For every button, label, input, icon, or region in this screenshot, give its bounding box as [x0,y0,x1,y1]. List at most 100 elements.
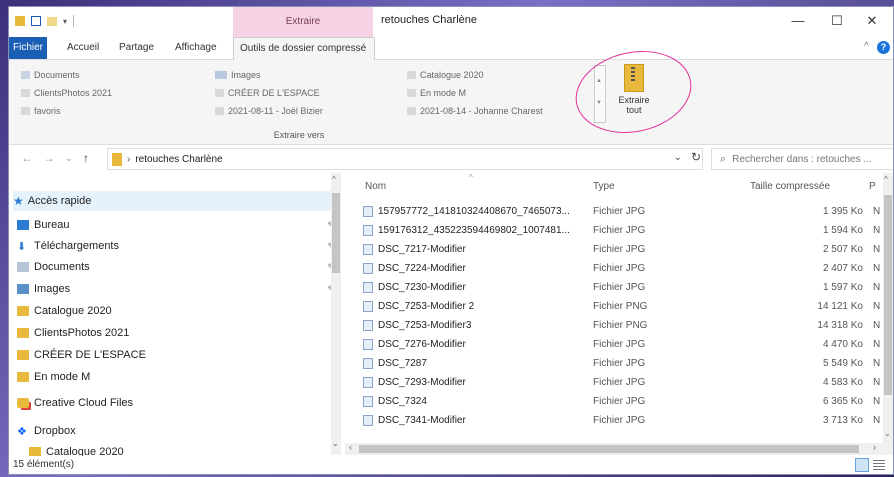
image-file-icon [363,377,373,388]
sidebar-item-dropbox[interactable]: ❖ Dropbox [17,421,337,441]
table-row[interactable]: DSC_7230-Modifier Fichier JPG 1 597 Ko N [353,279,883,298]
search-icon: ⌕ [720,152,727,165]
destination-en-mode-m[interactable]: En mode M [407,88,466,98]
help-icon[interactable]: ? [877,41,890,54]
tab-fichier[interactable]: Fichier [9,37,47,59]
folder-icon [21,89,30,97]
sidebar-item-creer-espace[interactable]: CRÉER DE L'ESPACE [17,345,337,365]
forward-arrow-icon[interactable]: → [43,151,55,165]
tab-affichage[interactable]: Affichage [169,37,223,59]
destination-joel-bizier[interactable]: 2021-08-11 - Joël Bizier [215,106,323,116]
navigation-pane: ★ Accès rapide Bureau ✎ ⬇ Téléchargement… [9,183,345,458]
chevron-down-icon[interactable]: ⌄ [332,439,339,448]
destination-documents[interactable]: Documents [21,70,80,80]
dropbox-icon: ❖ [17,425,27,438]
tab-partage[interactable]: Partage [113,37,160,59]
folder-icon [17,372,29,382]
search-box[interactable]: ⌕ Rechercher dans : retouches ... [711,148,893,170]
chevron-right-icon[interactable]: › [873,442,876,452]
up-arrow-icon[interactable]: ↑ [83,151,89,165]
destination-favoris[interactable]: favoris [21,106,61,116]
table-row[interactable]: DSC_7341-Modifier Fichier JPG 3 713 Ko N [353,412,883,431]
table-row[interactable]: 159176312_435223594469802_1007481... Fic… [353,222,883,241]
chevron-up-icon[interactable]: ▲ [596,78,602,84]
image-file-icon [363,339,373,350]
breadcrumb-current[interactable]: retouches Charlène [135,154,222,165]
table-row[interactable]: DSC_7253-Modifier 2 Fichier PNG 14 121 K… [353,298,883,317]
qat-dropdown-icon[interactable]: ▾ [63,17,67,26]
download-icon: ⬇ [17,240,27,253]
chevron-up-icon[interactable]: ^ [332,175,336,184]
sidebar-item-bureau[interactable]: Bureau ✎ [17,215,337,235]
sidebar-item-clientsphotos-2021[interactable]: ClientsPhotos 2021 [17,323,337,343]
table-row[interactable]: DSC_7293-Modifier Fichier JPG 4 583 Ko N [353,374,883,393]
chevron-down-icon[interactable]: ▼ [596,100,602,106]
address-bar[interactable]: › retouches Charlène ⌄ [107,148,703,170]
sidebar-item-en-mode-m[interactable]: En mode M [17,367,337,387]
refresh-icon[interactable]: ↻ [691,150,701,164]
zip-folder-icon [624,64,644,92]
sidebar-item-images[interactable]: Images ✎ [17,279,337,299]
table-row[interactable]: DSC_7276-Modifier Fichier JPG 4 470 Ko N [353,336,883,355]
table-row[interactable]: 157957772_141810324408670_7465073... Fic… [353,203,883,222]
table-row[interactable]: DSC_7224-Modifier Fichier JPG 2 407 Ko N [353,260,883,279]
new-folder-icon[interactable] [47,16,57,26]
tab-outils-dossier-compresse[interactable]: Outils de dossier compressé [233,37,375,60]
sidebar-scroll-thumb[interactable] [332,193,340,273]
destinations-scroll[interactable]: ▲ ▼ [594,65,606,123]
table-row[interactable]: DSC_7287 Fichier JPG 5 549 Ko N [353,355,883,374]
chevron-up-icon[interactable]: ^ [884,175,888,184]
destination-catalogue-2020[interactable]: Catalogue 2020 [407,70,484,80]
window-title: retouches Charlène [381,14,478,26]
table-row[interactable]: DSC_7253-Modifier3 Fichier PNG 14 318 Ko… [353,317,883,336]
collapse-ribbon-icon[interactable]: ^ [864,41,869,52]
file-list-scroll-thumb[interactable] [884,195,892,395]
chevron-down-icon[interactable]: ⌄ [884,429,891,438]
recent-dropdown-icon[interactable]: ⌄ [65,153,73,164]
column-header-extra[interactable]: P [869,177,876,197]
creative-cloud-icon [17,398,29,408]
destination-creer-espace[interactable]: CRÉER DE L'ESPACE [215,88,320,98]
checkmark-icon[interactable] [31,16,41,26]
large-icons-view-icon[interactable] [873,460,885,470]
close-button[interactable]: ✕ [855,10,889,32]
sidebar-item-acces-rapide[interactable]: ★ Accès rapide [13,191,331,211]
images-icon [215,71,227,79]
quick-access-toolbar: ▾ [15,15,75,27]
table-row[interactable]: DSC_7324 Fichier JPG 6 365 Ko N [353,393,883,412]
column-header-size[interactable]: Taille compressée [750,177,830,197]
title-bar: ▾ Extraire retouches Charlène — ☐ ✕ [9,7,893,37]
column-header-type[interactable]: Type [593,177,615,197]
maximize-button[interactable]: ☐ [820,10,854,32]
folder-icon [17,328,29,338]
destination-clientsphotos[interactable]: ClientsPhotos 2021 [21,88,112,98]
ribbon-tabs: Fichier Accueil Partage Affichage Outils… [9,37,893,60]
column-header-name[interactable]: Nom [365,177,386,197]
destination-images[interactable]: Images [215,70,261,80]
file-list-scrollbar[interactable]: ^ ⌄ [883,173,893,455]
details-view-icon[interactable] [855,458,869,472]
sidebar-item-documents[interactable]: Documents ✎ [17,257,337,277]
sort-indicator-icon: ^ [469,173,473,182]
folder-icon [215,89,224,97]
minimize-button[interactable]: — [781,10,815,32]
sidebar-item-creative-cloud[interactable]: Creative Cloud Files [17,393,337,413]
address-dropdown-icon[interactable]: ⌄ [674,152,682,163]
sidebar-item-catalogue-2020[interactable]: Catalogue 2020 [17,301,337,321]
sidebar-item-telechargements[interactable]: ⬇ Téléchargements ✎ [17,236,337,256]
file-list-horizontal-scrollbar[interactable]: ‹ › [345,442,885,455]
star-icon: ★ [13,194,24,208]
extract-all-button[interactable]: Extraire tout [614,64,654,126]
image-file-icon [363,206,373,217]
destination-johanne-charest[interactable]: 2021-08-14 - Johanne Charest [407,106,543,116]
tab-accueil[interactable]: Accueil [61,37,105,59]
sidebar-scrollbar[interactable]: ^ ⌄ [331,173,341,455]
ribbon-extract-group: Documents ClientsPhotos 2021 favoris Ima… [9,40,893,145]
chevron-left-icon[interactable]: ‹ [349,442,352,452]
horizontal-scroll-thumb[interactable] [359,445,859,453]
table-row[interactable]: DSC_7217-Modifier Fichier JPG 2 507 Ko N [353,241,883,260]
back-arrow-icon[interactable]: ← [21,151,33,165]
desktop-icon [17,220,29,230]
status-bar: 15 élément(s) [9,456,893,474]
zip-folder-icon [112,152,122,166]
